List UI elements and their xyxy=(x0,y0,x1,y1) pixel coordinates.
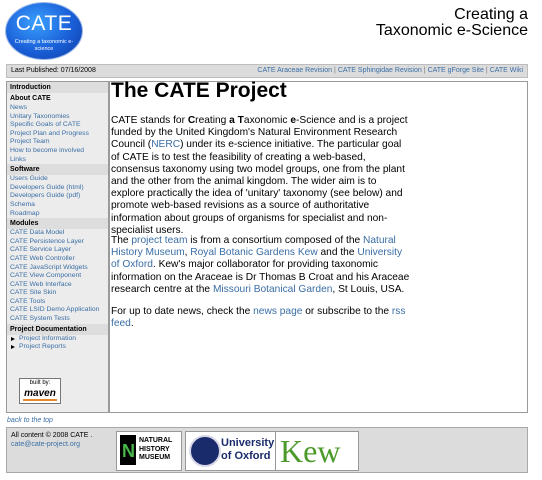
text: ) under its e-science initiative. The pa… xyxy=(111,139,405,236)
text: . xyxy=(130,318,134,330)
text: CATE stands for xyxy=(111,115,188,126)
sidebar-item-project-team[interactable]: Project Team xyxy=(7,138,108,147)
sidebar-item-dev-guide-html[interactable]: Developers Guide (html) xyxy=(7,184,108,193)
sidebar-item-specific-goals[interactable]: Specific Goals of CATE xyxy=(7,121,108,130)
sidebar-item-news[interactable]: News xyxy=(7,104,108,113)
site-title-line2: Taxonomic e-Science xyxy=(375,22,528,39)
missouri-link[interactable]: Missouri Botanical Garden xyxy=(213,284,332,295)
nhm-n-icon xyxy=(120,435,136,465)
text: , St Louis, USA. xyxy=(332,283,405,295)
sidebar-section-modules: Modules xyxy=(7,218,108,230)
maven-swoosh xyxy=(23,399,57,401)
sidebar-section-software: Software xyxy=(7,164,108,176)
sidebar-item-system-tests[interactable]: CATE System Tests xyxy=(7,315,108,324)
sidebar-item-js-widgets[interactable]: CATE JavaScript Widgets xyxy=(7,264,108,273)
built-by-label: built by: xyxy=(29,380,51,386)
text: reating xyxy=(195,115,230,126)
oxford-logo-line2: of Oxford xyxy=(221,450,271,462)
wiki-link[interactable]: CATE Wiki xyxy=(490,67,523,74)
nhm-logo-text: NATURAL HISTORY MUSEUM xyxy=(139,437,173,461)
back-to-top-link[interactable]: back to the top xyxy=(7,417,53,424)
sidebar-item-view-component[interactable]: CATE View Component xyxy=(7,272,108,281)
news-page-link[interactable]: news page xyxy=(253,306,302,317)
sidebar-section-introduction: Introduction xyxy=(7,82,108,93)
cate-logo[interactable]: CATE Creating a taxonomic e-science xyxy=(6,3,82,59)
kew-logo[interactable]: Kew xyxy=(275,431,359,471)
news-paragraph: For up to date news, check the news page… xyxy=(111,306,411,330)
sidebar-item-service-layer[interactable]: CATE Service Layer xyxy=(7,246,108,255)
page-title: The CATE Project xyxy=(111,79,287,102)
separator: | xyxy=(423,67,426,74)
text: The xyxy=(111,235,132,246)
page-header: CATE Creating a taxonomic e-science Crea… xyxy=(0,0,542,62)
main-content: The CATE Project CATE stands for Creatin… xyxy=(109,79,528,413)
oxford-logo-text: University of Oxford xyxy=(221,437,274,463)
consortium-paragraph: The project team is from a consortium co… xyxy=(111,235,411,296)
text: or subscribe to the xyxy=(302,306,392,317)
sidebar-item-tools[interactable]: CATE Tools xyxy=(7,298,108,307)
separator: | xyxy=(485,67,488,74)
sidebar-nav: Introduction About CATE News Unitary Tax… xyxy=(6,81,109,413)
top-bar: Last Published: 07/16/2008 CATE Araceae … xyxy=(6,64,528,78)
site-title: Creating a Taxonomic e-Science xyxy=(376,7,528,39)
sidebar-item-about-cate[interactable]: About CATE xyxy=(7,93,108,104)
sidebar-item-web-interface[interactable]: CATE Web Interface xyxy=(7,281,108,290)
sphingidae-revision-link[interactable]: CATE Sphingidae Revision xyxy=(338,67,422,74)
text: axonomic xyxy=(243,115,291,126)
sidebar-item-project-information[interactable]: Project Information xyxy=(7,335,108,344)
sidebar-item-data-model[interactable]: CATE Data Model xyxy=(7,229,108,238)
oxford-logo[interactable]: University of Oxford xyxy=(185,431,277,471)
sidebar-item-schema[interactable]: Schema xyxy=(7,201,108,210)
nhm-logo[interactable]: NATURAL HISTORY MUSEUM xyxy=(116,431,182,471)
sidebar-item-project-reports[interactable]: Project Reports xyxy=(7,343,108,352)
kew-logo-text: Kew xyxy=(280,433,341,469)
project-team-link[interactable]: project team xyxy=(131,235,187,246)
top-links: CATE Araceae Revision | CATE Sphingidae Re… xyxy=(257,65,523,77)
last-published: Last Published: 07/16/2008 xyxy=(11,67,96,74)
sidebar-item-users-guide[interactable]: Users Guide xyxy=(7,175,108,184)
page-footer: All content © 2008 CATE . cate@cate-proj… xyxy=(6,427,528,473)
nerc-link[interactable]: NERC xyxy=(151,139,180,150)
copyright: All content © 2008 CATE . xyxy=(11,432,93,439)
footer-text: All content © 2008 CATE . cate@cate-proj… xyxy=(11,431,92,449)
sidebar-item-site-skin[interactable]: CATE Site Skin xyxy=(7,289,108,298)
sidebar-item-lsid-demo[interactable]: CATE LSID Demo Application xyxy=(7,306,108,315)
sidebar-item-dev-guide-pdf[interactable]: Developers Guide (pdf) xyxy=(7,192,108,201)
kew-link[interactable]: Royal Botanic Gardens Kew xyxy=(190,247,317,258)
site-title-line1: Creating a xyxy=(454,6,528,23)
araceae-revision-link[interactable]: CATE Araceae Revision xyxy=(257,67,332,74)
sidebar-section-project-documentation: Project Documentation xyxy=(7,323,108,335)
maven-label: maven xyxy=(24,388,56,399)
sidebar-item-roadmap[interactable]: Roadmap xyxy=(7,210,108,219)
sidebar-item-links[interactable]: Links xyxy=(7,156,108,165)
sidebar-item-project-plan[interactable]: Project Plan and Progress xyxy=(7,130,108,139)
logo-subtitle: Creating a taxonomic e-science xyxy=(14,39,74,52)
sidebar-item-persistence-layer[interactable]: CATE Persistence Layer xyxy=(7,238,108,247)
separator: | xyxy=(334,67,336,74)
text: For up to date news, check the xyxy=(111,306,254,317)
oxford-logo-line1: University xyxy=(221,437,275,449)
gforge-site-link[interactable]: CATE gForge Site xyxy=(428,67,484,74)
sidebar-item-web-controller[interactable]: CATE Web Controller xyxy=(7,255,108,264)
intro-paragraph: CATE stands for Creating a Taxonomic e-S… xyxy=(111,115,411,237)
built-by-maven-badge[interactable]: built by: maven xyxy=(19,378,61,404)
sidebar-item-become-involved[interactable]: How to become involved xyxy=(7,147,108,156)
text: is from a consortium composed of the xyxy=(187,235,363,246)
oxford-seal-icon xyxy=(189,435,221,467)
sidebar-item-unitary-taxonomies[interactable]: Unitary Taxonomies xyxy=(7,113,108,122)
acronym-letter: a xyxy=(229,115,235,126)
logo-title: CATE xyxy=(15,12,73,35)
text: and the xyxy=(317,247,358,259)
contact-email-link[interactable]: cate@cate-project.org xyxy=(11,441,80,448)
